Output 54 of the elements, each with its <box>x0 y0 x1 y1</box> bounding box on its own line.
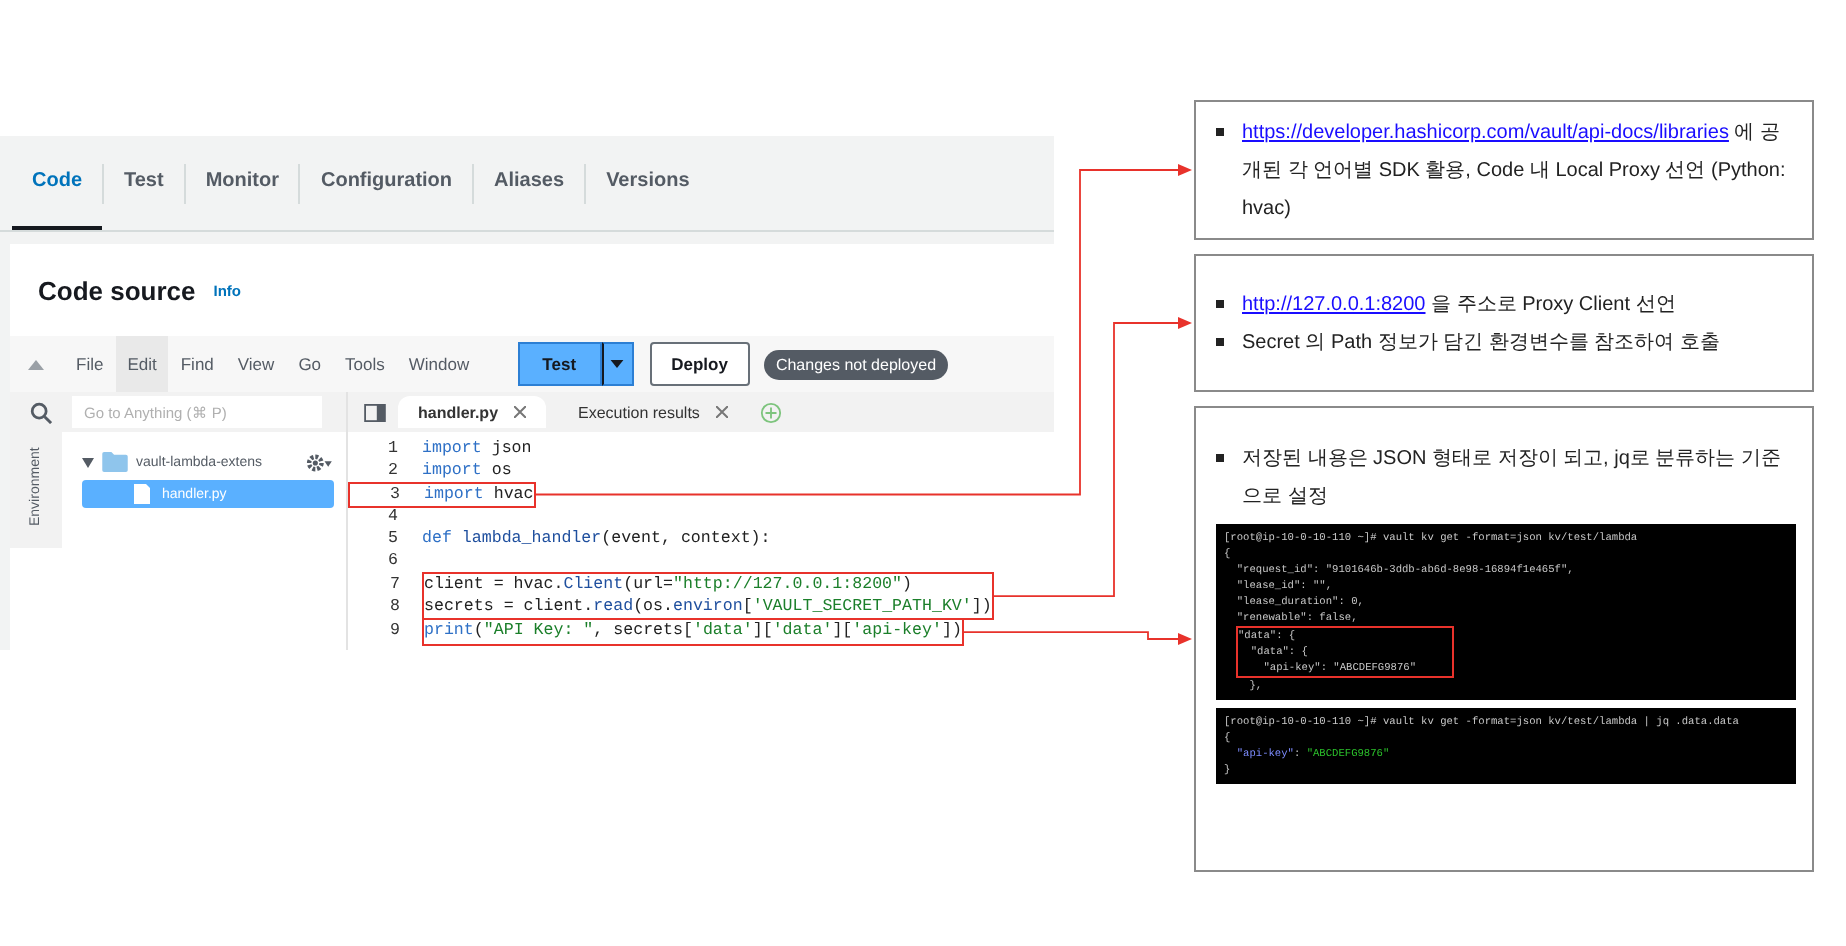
link[interactable]: http://127.0.0.1:8200 <box>1242 293 1426 315</box>
status-badge: Changes not deployed <box>763 349 949 379</box>
panel-icon[interactable] <box>364 403 386 421</box>
menu-item[interactable]: Go <box>286 336 334 392</box>
editor-tab[interactable]: Execution results <box>558 396 748 428</box>
menu-item[interactable]: Tools <box>333 336 397 392</box>
folder-icon <box>102 452 128 472</box>
line-number: 1 <box>386 438 400 461</box>
tab[interactable]: Monitor <box>185 136 299 230</box>
tab[interactable]: Aliases <box>474 136 585 230</box>
test-button[interactable]: Test <box>517 342 602 386</box>
code-line: import hvac <box>424 483 534 506</box>
callout-text: 저장된 내용은 JSON 형태로 저장이 되고, jq로 분류하는 기준으로 설정 <box>1242 446 1783 512</box>
search-icon[interactable] <box>30 401 52 423</box>
menu-item[interactable]: Window <box>396 336 482 392</box>
deploy-button[interactable]: Deploy <box>649 342 750 386</box>
link[interactable]: https://developer.hashicorp.com/vault/api-docs/libraries <box>1242 122 1729 144</box>
line-number: 2 <box>386 460 400 484</box>
bullet-icon <box>1216 337 1224 345</box>
close-icon[interactable] <box>715 406 728 418</box>
menu-item[interactable]: Edit <box>115 336 169 392</box>
menu-item[interactable]: Find <box>168 336 226 392</box>
code-line: print("API Key: ", secrets['data']['data']['api-key']) <box>424 620 962 644</box>
bullet-icon <box>1216 454 1224 462</box>
line-number: 8 <box>388 596 402 619</box>
gear-icon[interactable] <box>304 451 334 473</box>
close-icon[interactable] <box>514 406 527 418</box>
dropdown-button[interactable] <box>601 342 634 386</box>
caret-icon <box>610 360 625 368</box>
line-number: 4 <box>386 505 400 529</box>
callout-text: Secret 의 Path 정보가 담긴 환경변수를 참조하여 호출 <box>1242 329 1720 357</box>
line-number: 7 <box>388 573 402 597</box>
editor-tab[interactable]: handler.py <box>398 396 547 428</box>
bullet-icon <box>1216 299 1224 307</box>
code-line: import os <box>422 460 512 484</box>
section-title: Code source <box>38 275 196 305</box>
menu-item[interactable]: File <box>64 336 116 392</box>
tab[interactable]: Versions <box>586 136 710 230</box>
code-line: def lambda_handler(event, context): <box>422 528 771 551</box>
callout-text: http://127.0.0.1:8200 을 주소로 Proxy Client 선언 <box>1242 291 1676 319</box>
code-line: secrets = client.read(os.environ['VAULT_SECRET_PATH_KV']) <box>424 596 992 619</box>
expand-caret-icon[interactable] <box>82 457 94 467</box>
tab[interactable]: Configuration <box>300 136 473 230</box>
code-line: import json <box>422 438 532 461</box>
line-number: 6 <box>386 550 400 574</box>
bullet-icon <box>1216 128 1224 136</box>
tab[interactable]: Test <box>104 136 184 230</box>
line-number: 9 <box>388 620 402 644</box>
menu-item[interactable]: View <box>225 336 287 392</box>
callout-text: https://developer.hashicorp.com/vault/api-docs/libraries 에 공개된 각 언어별 SDK 활용, Code 내 Local Proxy 선언 (Python: hvac) <box>1242 120 1788 224</box>
file-icon <box>134 484 150 504</box>
line-number: 5 <box>386 528 400 551</box>
code-line: client = hvac.Client(url="http://127.0.0.1:8200") <box>424 573 913 597</box>
line-number: 3 <box>388 483 402 506</box>
